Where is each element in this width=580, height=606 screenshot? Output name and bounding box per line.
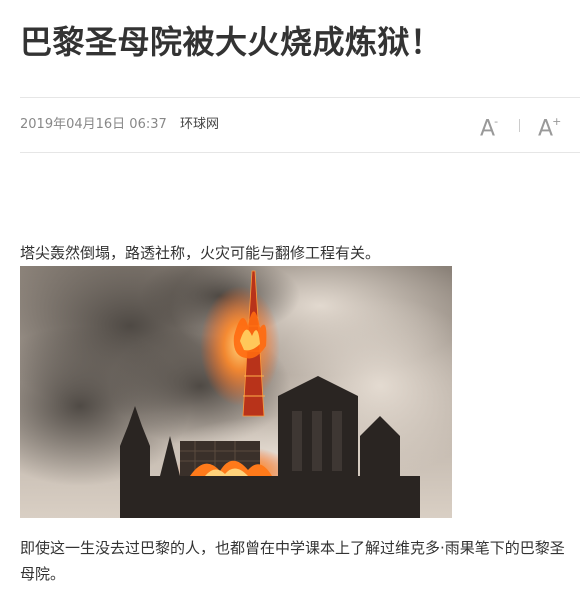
- article-paragraph: 即使这一生没去过巴黎的人，也都曾在中学课本上了解过维克多·雨果笔下的巴黎圣母院。: [20, 539, 565, 583]
- article-title: 巴黎圣母院被大火烧成炼狱！: [20, 23, 443, 61]
- plus-mark: +: [552, 115, 562, 128]
- article-meta-bar: 2019年04月16日 06:37 环球网 A- A+: [20, 97, 580, 153]
- minus-mark: -: [494, 115, 499, 128]
- publish-date: 2019年04月16日 06:37: [20, 117, 167, 132]
- font-increase-icon: A: [538, 116, 554, 142]
- article-photo: [20, 266, 452, 518]
- font-decrease-button[interactable]: A-: [480, 110, 499, 142]
- font-decrease-icon: A: [480, 116, 496, 142]
- article-paragraph: 塔尖轰然倒塌，路透社称，火灾可能与翻修工程有关。: [20, 244, 381, 262]
- font-increase-button[interactable]: A+: [538, 110, 562, 142]
- divider: [519, 119, 520, 132]
- source-link[interactable]: 环球网: [180, 115, 219, 135]
- cathedral-fire-image: [20, 266, 452, 518]
